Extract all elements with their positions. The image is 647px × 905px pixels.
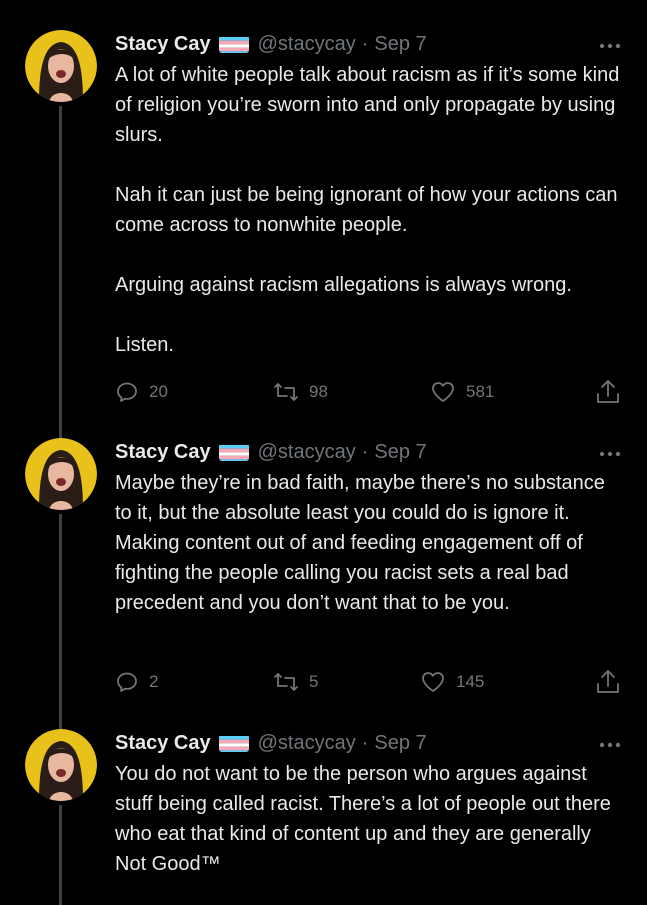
author-handle[interactable]: @stacycay: [258, 30, 356, 58]
avatar[interactable]: [25, 438, 97, 510]
separator-dot: ·: [361, 33, 369, 55]
share-button[interactable]: [595, 377, 621, 407]
author-name[interactable]: Stacy Cay: [115, 30, 211, 58]
share-icon: [597, 670, 619, 693]
tweet-text: You do not want to be the person who arg…: [115, 759, 625, 879]
tweet-paragraph: Maybe they’re in bad faith, maybe there’…: [115, 472, 605, 614]
tweet-header: Stacy Cay @stacycay · Sep 7: [115, 729, 427, 757]
reply-count: 20: [149, 382, 168, 401]
tweet-header: Stacy Cay @stacycay · Sep 7: [115, 30, 427, 58]
separator-dot: ·: [361, 732, 369, 754]
reply-button[interactable]: 2: [115, 667, 158, 697]
like-button[interactable]: 145: [420, 667, 484, 697]
reply-icon: [117, 672, 137, 692]
reply-count: 2: [149, 672, 159, 691]
avatar[interactable]: [25, 30, 97, 102]
tweet-paragraph: You do not want to be the person who arg…: [115, 763, 611, 875]
tweet-actions: 20 98 581: [115, 377, 625, 407]
thread-line: [59, 805, 62, 905]
tweet-text: A lot of white people talk about racism …: [115, 60, 625, 360]
like-count: 581: [466, 382, 495, 401]
tweet-text: Maybe they’re in bad faith, maybe there’…: [115, 468, 625, 618]
tweet-paragraph: Nah it can just be being ignorant of how…: [115, 184, 618, 236]
transgender-flag-icon: [218, 35, 249, 53]
retweet-button[interactable]: 98: [273, 377, 328, 407]
like-icon: [422, 672, 444, 692]
author-name[interactable]: Stacy Cay: [115, 438, 211, 466]
reply-button[interactable]: 20: [115, 377, 168, 407]
share-button[interactable]: [595, 667, 621, 697]
tweet-paragraph: Listen.: [115, 334, 174, 356]
author-handle[interactable]: @stacycay: [258, 438, 356, 466]
retweet-icon: [274, 673, 298, 691]
tweet-paragraph: A lot of white people talk about racism …: [115, 64, 620, 146]
like-icon: [432, 382, 454, 402]
tweet-date[interactable]: Sep 7: [374, 30, 426, 58]
more-options-icon[interactable]: [599, 444, 621, 457]
like-count: 145: [456, 672, 485, 691]
retweet-count: 98: [309, 382, 328, 401]
author-name[interactable]: Stacy Cay: [115, 729, 211, 757]
tweet-actions: 2 5 145: [115, 667, 625, 697]
tweet-paragraph: Arguing against racism allegations is al…: [115, 274, 572, 296]
avatar[interactable]: [25, 729, 97, 801]
retweet-button[interactable]: 5: [273, 667, 318, 697]
more-options-icon[interactable]: [599, 735, 621, 748]
author-handle[interactable]: @stacycay: [258, 729, 356, 757]
tweet-date[interactable]: Sep 7: [374, 729, 426, 757]
transgender-flag-icon: [218, 734, 249, 752]
tweet-header: Stacy Cay @stacycay · Sep 7: [115, 438, 427, 466]
thread-line: [59, 106, 62, 446]
tweet-date[interactable]: Sep 7: [374, 438, 426, 466]
transgender-flag-icon: [218, 443, 249, 461]
more-options-icon[interactable]: [599, 36, 621, 49]
share-icon: [597, 380, 619, 403]
separator-dot: ·: [361, 441, 369, 463]
like-button[interactable]: 581: [430, 377, 494, 407]
retweet-count: 5: [309, 672, 319, 691]
reply-icon: [117, 382, 137, 402]
retweet-icon: [274, 383, 298, 401]
